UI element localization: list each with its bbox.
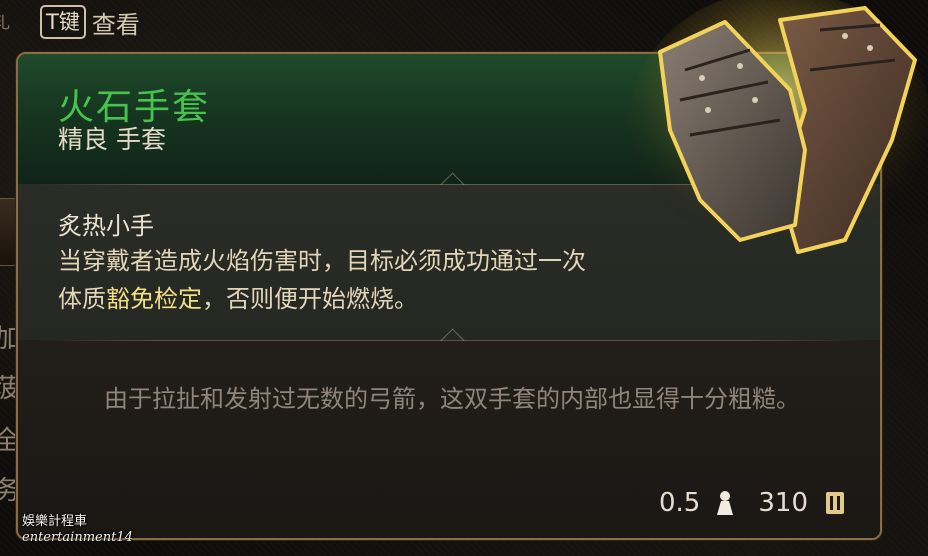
section-divider — [38, 328, 864, 353]
flavor-text: 由于拉扯和发射过无数的弓箭，这双手套的内部也显得十分粗糙。 — [104, 385, 800, 413]
weight-icon — [714, 489, 736, 517]
gold-coin-icon — [824, 489, 846, 517]
ability-desc-text: 体质 — [58, 285, 106, 313]
ability-name: 炙热小手 — [58, 212, 154, 240]
hint-key[interactable]: T键 — [40, 5, 86, 39]
watermark: 娛樂計程車 entertainment14 — [22, 514, 133, 546]
hint-label: 查看 — [91, 10, 140, 39]
inspect-hint[interactable]: T键 查看 — [40, 4, 140, 40]
watermark-line: entertainment14 — [22, 530, 133, 545]
bg-glyph: 玌 — [0, 13, 11, 32]
weight-value: 0.5 — [659, 488, 701, 518]
item-stats-footer: 0.5 310 — [659, 488, 846, 518]
item-rarity-type: 精良 手套 — [58, 125, 166, 154]
gold-value: 310 — [758, 488, 808, 518]
ability-desc-text: ，否则便开始燃烧。 — [202, 285, 418, 313]
saving-throw-keyword[interactable]: 豁免检定 — [106, 285, 202, 313]
watermark-line: 娛樂計程車 — [22, 514, 88, 529]
ability-desc-line: 体质豁免检定，否则便开始燃烧。 — [58, 280, 798, 318]
gauntlets-icon — [630, 0, 928, 280]
